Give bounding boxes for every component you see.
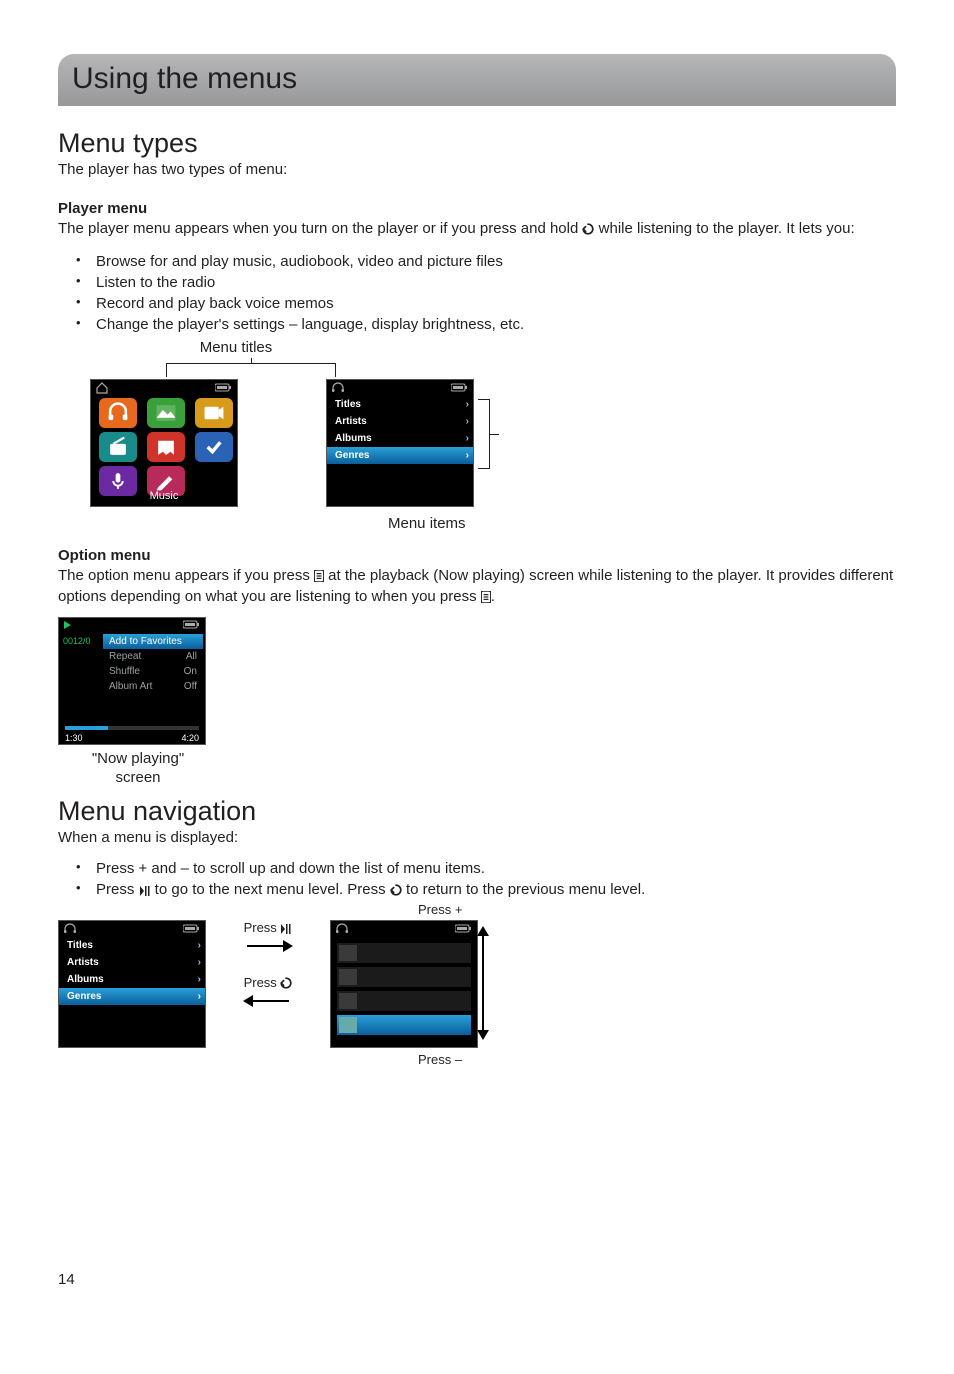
press-plus-label: Press + [418,902,462,917]
bullet-item: Record and play back voice memos [76,293,896,314]
headphone-icon [63,923,77,935]
battery-icon [183,924,201,934]
player-home-screen: Music [90,379,238,507]
play-pause-icon [139,886,151,896]
list-row: Artists› [327,413,473,430]
play-pause-icon [280,924,292,934]
home-tile-radio [99,432,137,462]
arrow-right-icon [243,937,293,955]
section-subhead-menu-nav: When a menu is displayed: [58,829,896,846]
headphone-icon [335,923,349,935]
nav-arrows-column: Press Press [218,920,318,1010]
player-list-screen: Titles› Artists› Albums› Genres› [326,379,474,507]
list-row: Albums› [59,971,205,988]
list-icon [481,591,491,603]
option-row: RepeatAll [103,649,203,664]
play-icon [63,620,73,630]
battery-icon [455,924,473,934]
list-item [337,943,471,963]
option-menu-text: The option menu appears if you press at … [58,566,896,607]
home-tile-audiobook [147,432,185,462]
menu-items-label: Menu items [388,515,466,532]
option-row-selected: Add to Favorites [103,634,203,649]
battery-icon [183,620,201,630]
list-row: Artists› [59,954,205,971]
track-index: 0012/0 [63,636,91,646]
option-menu-heading: Option menu [58,547,896,564]
list-row: Titles› [59,937,205,954]
list-item-selected [337,1015,471,1035]
list-item [337,967,471,987]
home-tile-video [195,398,233,428]
back-icon [582,223,594,235]
home-tile-pictures [147,398,185,428]
option-panel: Add to Favorites RepeatAll ShuffleOn Alb… [103,634,203,694]
nav-bullets: Press + and – to scroll up and down the … [76,858,896,900]
page-number: 14 [58,1271,75,1288]
player-menu-bullets: Browse for and play music, audiobook, vi… [76,251,896,335]
bullet-item: Listen to the radio [76,272,896,293]
nav-list-screen: Titles› Artists› Albums› Genres› [58,920,206,1048]
battery-icon [451,383,469,393]
section-heading-menu-nav: Menu navigation [58,796,896,827]
option-row: ShuffleOn [103,664,203,679]
callout-bracket [166,363,336,377]
home-icon [95,381,109,395]
nav-detail-screen [330,920,478,1048]
option-row: Album ArtOff [103,679,203,694]
total-time: 4:20 [181,733,199,743]
list-row: Titles› [327,396,473,413]
list-row-selected: Genres› [327,447,473,464]
figure-menu-navigation: Titles› Artists› Albums› Genres› Press P… [58,910,896,1070]
callout-bracket [478,399,490,469]
bullet-item: Browse for and play music, audiobook, vi… [76,251,896,272]
home-tile-music [99,398,137,428]
list-item [337,991,471,1011]
player-menu-heading: Player menu [58,200,896,217]
back-icon [390,884,402,896]
menu-titles-label: Menu titles [186,339,286,356]
list-row: Albums› [327,430,473,447]
home-tile-favorites [195,432,233,462]
headphone-icon [331,382,345,394]
section-heading-menu-types: Menu types [58,128,896,159]
player-menu-text: The player menu appears when you turn on… [58,219,896,239]
arrow-left-icon [243,992,293,1010]
battery-icon [215,383,233,393]
figure-menu-titles: Menu titles Music Titles› Artists› Album… [58,339,896,525]
bullet-item: Press to go to the next menu level. Pres… [76,879,896,900]
now-playing-screen: 0012/0 Add to Favorites RepeatAll Shuffl… [58,617,206,745]
back-icon [280,977,292,989]
list-row-selected: Genres› [59,988,205,1005]
page-title: Using the menus [72,62,882,96]
progress-bar [65,726,199,730]
bullet-item: Press + and – to scroll up and down the … [76,858,896,879]
press-minus-label: Press – [418,1052,462,1067]
now-playing-caption: "Now playing"screen [58,749,218,788]
title-bar: Using the menus [58,54,896,106]
elapsed-time: 1:30 [65,733,83,743]
bullet-item: Change the player's settings – language,… [76,314,896,335]
list-icon [314,570,324,582]
home-screen-label: Music [91,490,237,502]
section-subhead-menu-types: The player has two types of menu: [58,161,896,178]
up-down-arrow-icon [482,928,484,1038]
